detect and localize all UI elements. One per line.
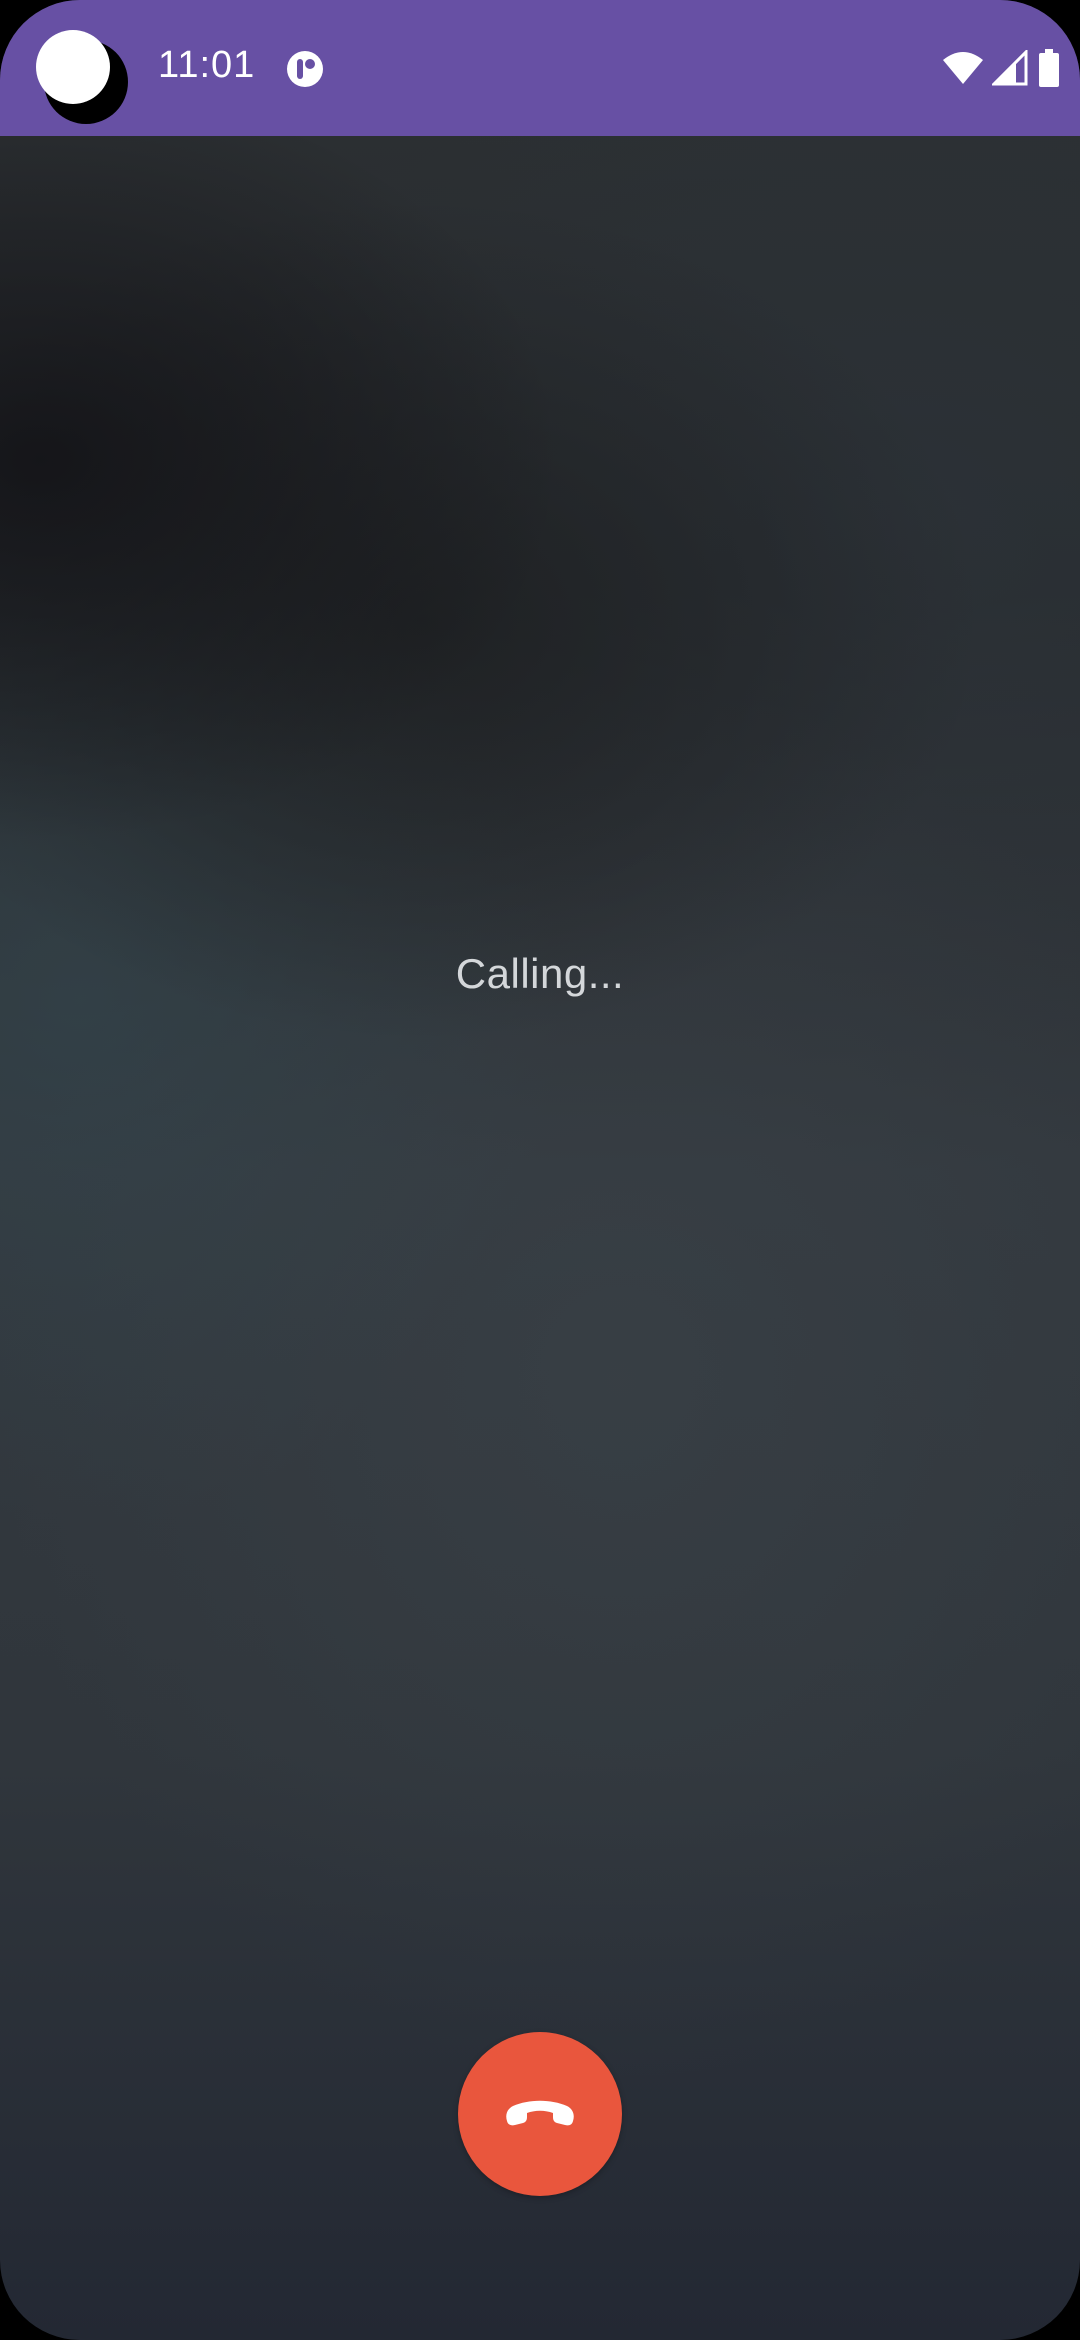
- battery-icon: [1039, 49, 1059, 87]
- phone-hangup-icon: [506, 2100, 574, 2126]
- call-status-text: Calling...: [455, 950, 625, 997]
- camera-cutout: [36, 30, 128, 124]
- notification-app-icon: [287, 51, 323, 87]
- status-bar: 11:01: [0, 0, 1080, 136]
- status-time: 11:01: [158, 44, 256, 86]
- wifi-icon: [943, 52, 983, 84]
- status-icons: [942, 48, 1060, 88]
- end-call-button[interactable]: [458, 2032, 622, 2196]
- cellular-signal-icon: [992, 50, 1028, 86]
- camera-cutout-lens: [36, 30, 110, 104]
- call-screen: 11:01 Calling...: [0, 0, 1080, 2340]
